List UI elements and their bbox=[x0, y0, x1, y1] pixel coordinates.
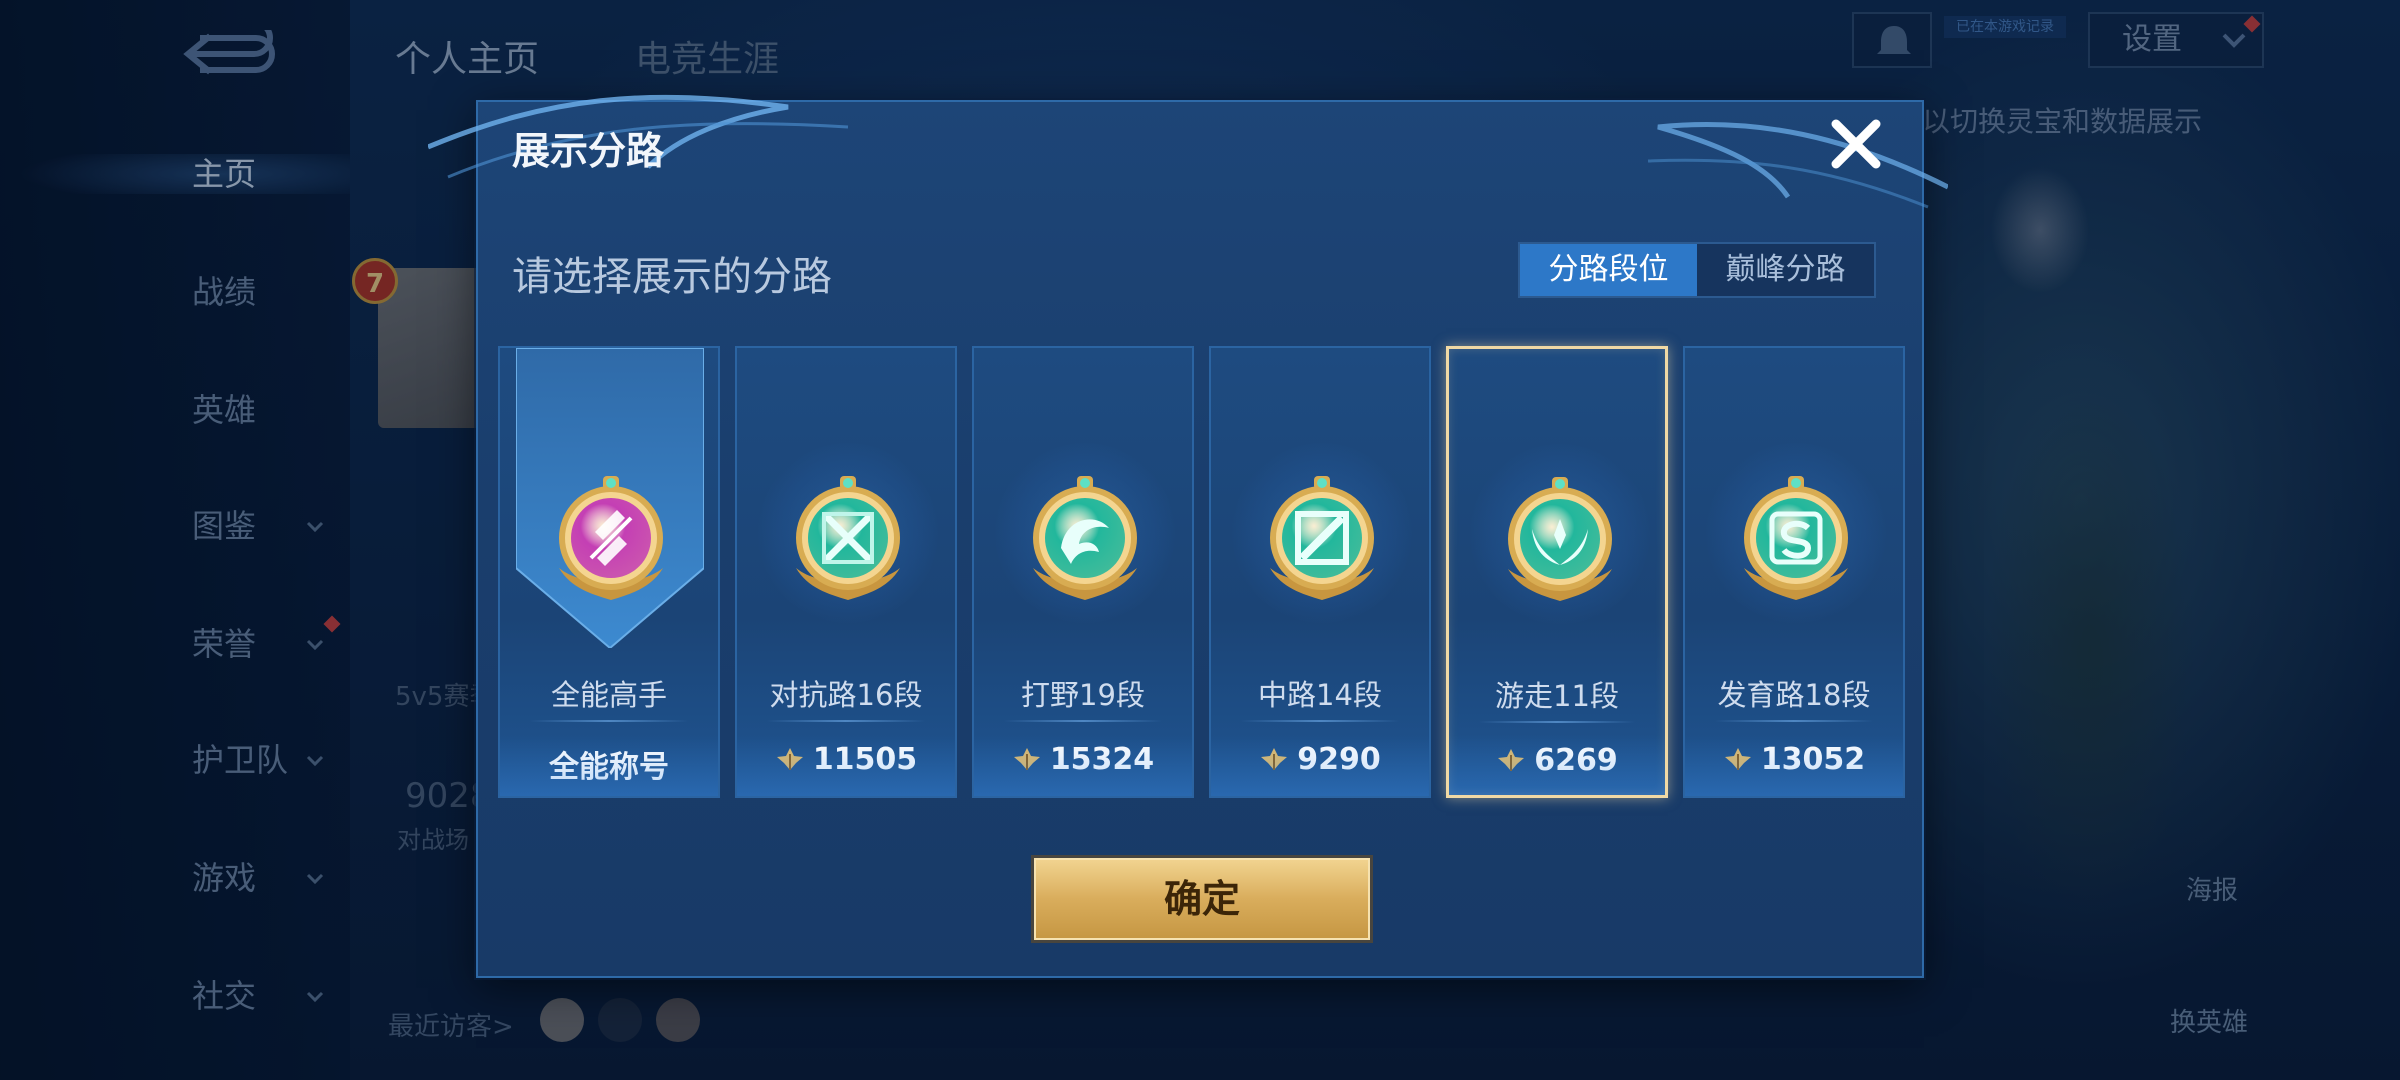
lane-card-score: 13052 bbox=[1685, 742, 1903, 777]
close-icon[interactable] bbox=[1826, 114, 1886, 174]
tab-peak-lane[interactable]: 巅峰分路 bbox=[1697, 244, 1874, 296]
lane-card-score: 9290 bbox=[1211, 742, 1429, 777]
lane-card-score: 11505 bbox=[737, 742, 955, 777]
lane-card-score-value: 6269 bbox=[1534, 743, 1618, 778]
lane-card-list: 全能高手 全能称号 对抗路16段 11505 打野19段 15324 中路14段 9290 游走… bbox=[498, 346, 1905, 798]
rank-points-icon bbox=[776, 748, 803, 770]
jungle-emblem-icon bbox=[1033, 476, 1137, 600]
lane-card[interactable]: 全能高手 全能称号 bbox=[498, 346, 720, 798]
rank-points-icon bbox=[1724, 748, 1751, 770]
divider bbox=[1004, 720, 1162, 722]
divider bbox=[1479, 721, 1635, 723]
divider bbox=[530, 720, 688, 722]
lane-card[interactable]: 发育路18段 13052 bbox=[1683, 346, 1905, 798]
lane-card-name: 发育路18段 bbox=[1717, 678, 1871, 712]
dialog-title: 展示分路 bbox=[512, 129, 665, 173]
clash-lane-emblem-icon bbox=[796, 476, 900, 600]
lane-card-name: 打野19段 bbox=[1021, 678, 1145, 712]
farm-lane-emblem-icon bbox=[1744, 476, 1848, 600]
lane-mode-toggle: 分路段位 巅峰分路 bbox=[1518, 242, 1876, 298]
mid-lane-emblem-icon bbox=[1270, 476, 1374, 600]
lane-card[interactable]: 中路14段 9290 bbox=[1209, 346, 1431, 798]
lane-card-name: 游走11段 bbox=[1495, 679, 1619, 713]
lane-card-score-value: 15324 bbox=[1049, 742, 1155, 777]
lane-card-score: 6269 bbox=[1449, 743, 1665, 778]
lane-card-name: 对抗路16段 bbox=[769, 678, 923, 712]
rank-points-icon bbox=[1498, 749, 1525, 771]
divider bbox=[1715, 720, 1873, 722]
lane-card[interactable]: 游走11段 6269 bbox=[1446, 346, 1668, 798]
tab-lane-rank[interactable]: 分路段位 bbox=[1520, 244, 1697, 296]
lane-card-score-value: 11505 bbox=[812, 742, 918, 777]
lane-card-score-value: 9290 bbox=[1297, 742, 1381, 777]
rank-points-icon bbox=[1013, 748, 1040, 770]
lane-display-dialog: 展示分路 请选择展示的分路 分路段位 巅峰分路 全能高手 全能称号 对抗路16段 11… bbox=[428, 94, 1948, 978]
lane-card-score-value: 全能称号 bbox=[549, 750, 669, 785]
lane-card-score: 15324 bbox=[974, 742, 1192, 777]
lane-card-score: 全能称号 bbox=[500, 742, 718, 786]
divider bbox=[1241, 720, 1399, 722]
lane-card-score-value: 13052 bbox=[1760, 742, 1866, 777]
allround-emblem-icon bbox=[559, 476, 663, 600]
dialog-subtitle: 请选择展示的分路 bbox=[512, 254, 832, 300]
divider bbox=[767, 720, 925, 722]
confirm-button[interactable]: 确定 bbox=[1034, 858, 1370, 940]
lane-card-name: 全能高手 bbox=[550, 678, 667, 712]
roam-emblem-icon bbox=[1508, 477, 1612, 601]
rank-points-icon bbox=[1261, 748, 1288, 770]
lane-card-name: 中路14段 bbox=[1258, 678, 1382, 712]
lane-card[interactable]: 打野19段 15324 bbox=[972, 346, 1194, 798]
lane-card[interactable]: 对抗路16段 11505 bbox=[735, 346, 957, 798]
